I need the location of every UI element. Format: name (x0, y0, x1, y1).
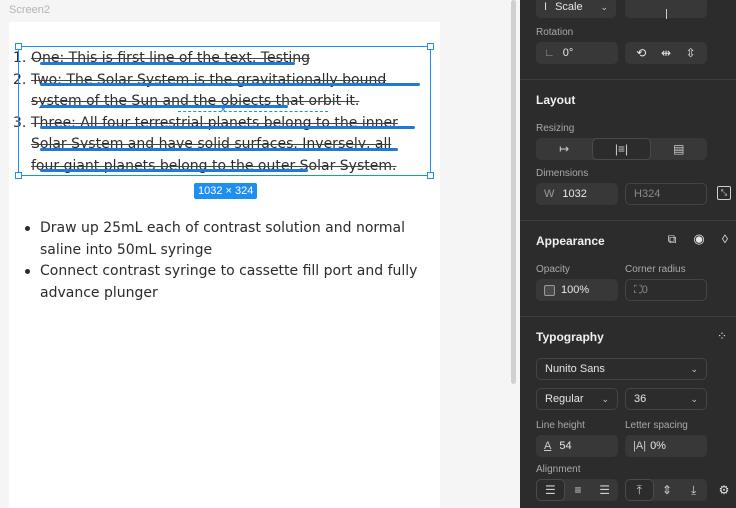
letter-spacing-input[interactable]: |A| 0% (625, 435, 707, 457)
opacity-swatch-icon (544, 284, 555, 296)
eye-icon[interactable]: ◉ (691, 231, 707, 247)
opacity-label: Opacity (536, 264, 570, 275)
selection-dimensions-badge: 1032 × 324 (194, 183, 258, 199)
line-height-icon: A (544, 440, 552, 452)
constraint-line-icon (665, 9, 667, 19)
font-size-dropdown[interactable]: 36 ⌄ (625, 388, 707, 410)
font-weight-value: Regular (545, 393, 584, 405)
width-value: 1032 (562, 188, 587, 200)
width-input[interactable]: W 1032 (536, 183, 618, 205)
chevron-down-icon: ⌄ (600, 1, 608, 12)
bullet-text-layer[interactable]: Draw up 25mL each of contrast solution a… (24, 218, 424, 304)
font-weight-dropdown[interactable]: Regular ⌄ (536, 388, 618, 410)
dimensions-label: Dimensions (536, 168, 589, 179)
rotation-value: 0° (562, 47, 574, 59)
alignment-label: Alignment (536, 464, 581, 475)
resize-handle-bottom-left[interactable] (15, 172, 22, 179)
height-input[interactable]: H 324 (625, 183, 707, 205)
design-canvas[interactable]: Screen2 1. One: This is first line of th… (0, 0, 520, 508)
opacity-value: 100% (561, 284, 590, 296)
scale-value: Scale (555, 1, 583, 13)
list-item: Connect contrast syringe to cassette fil… (24, 261, 424, 304)
font-family-value: Nunito Sans (545, 363, 605, 375)
bullet-text: Connect contrast syringe to cassette fil… (40, 263, 418, 301)
canvas-scrollbar[interactable] (511, 0, 516, 384)
font-family-dropdown[interactable]: Nunito Sans ⌄ (536, 358, 707, 380)
chevron-down-icon: ⌄ (690, 363, 698, 374)
resize-handle-top-right[interactable] (427, 43, 434, 50)
corner-radius-input[interactable]: ⛶ 0 (625, 279, 707, 301)
width-label: W (544, 188, 555, 200)
transform-buttons: ⟲ ⇹ ⇳ (625, 42, 707, 64)
styles-grid-icon[interactable]: ⁘ (714, 328, 730, 344)
resize-to-fit-icon[interactable]: ⤡ (717, 186, 731, 200)
text-cursor-icon: I (544, 1, 548, 13)
resize-auto-height-icon[interactable]: |≡| (592, 138, 651, 160)
align-bottom-icon[interactable]: ⤓ (680, 479, 707, 501)
line-height-input[interactable]: A 54 (536, 435, 618, 457)
height-label: H (634, 188, 642, 200)
angle-icon: ∟ (544, 47, 555, 59)
appearance-title: Appearance (536, 234, 605, 248)
list-item: Draw up 25mL each of contrast solution a… (24, 218, 424, 261)
section-divider (520, 79, 736, 80)
section-divider (520, 220, 736, 221)
resize-handle-bottom-right[interactable] (427, 172, 434, 179)
letter-spacing-value: 0% (650, 440, 666, 452)
chevron-down-icon: ⌄ (601, 393, 609, 404)
variables-icon[interactable]: ⧉ (664, 231, 680, 247)
align-top-icon[interactable]: ⤒ (625, 479, 654, 501)
align-right-icon[interactable]: ☰ (591, 479, 618, 501)
horizontal-alignment-control: ☰ ≡ ☰ (536, 479, 618, 501)
resizing-segmented-control: ↦ |≡| ▤ (536, 138, 707, 160)
flip-vertical-icon[interactable]: ⇳ (686, 46, 696, 60)
resizing-label: Resizing (536, 123, 575, 134)
scale-dropdown[interactable]: I Scale ⌄ (536, 0, 616, 18)
rotation-input[interactable]: ∟ 0° (536, 42, 618, 64)
align-middle-icon[interactable]: ⇕ (654, 479, 681, 501)
constraint-preview[interactable] (625, 0, 707, 19)
bullet-dot-icon (25, 269, 30, 275)
corner-radius-value: 0 (641, 284, 648, 296)
center-guide (178, 111, 328, 112)
letter-spacing-label: Letter spacing (625, 420, 688, 431)
corner-radius-label: Corner radius (625, 264, 686, 275)
rotation-label: Rotation (536, 27, 574, 38)
section-divider (520, 316, 736, 317)
align-left-icon[interactable]: ☰ (536, 479, 565, 501)
resize-auto-width-icon[interactable]: ↦ (536, 138, 592, 160)
corner-radius-icon: ⛶ (634, 283, 642, 296)
bullet-text: Draw up 25mL each of contrast solution a… (40, 220, 406, 258)
vertical-alignment-control: ⤒ ⇕ ⤓ (625, 479, 707, 501)
blend-mode-icon[interactable]: ◊ (718, 231, 732, 247)
properties-panel: I Scale ⌄ Rotation ∟ 0° ⟲ ⇹ ⇳ Layout Res… (520, 0, 736, 508)
font-size-value: 36 (634, 393, 647, 405)
rotate-icon[interactable]: ⟲ (636, 46, 646, 60)
opacity-input[interactable]: 100% (536, 279, 618, 301)
chevron-down-icon: ⌄ (690, 393, 698, 404)
bullet-dot-icon (25, 226, 30, 231)
typography-title: Typography (536, 330, 604, 344)
frame-label[interactable]: Screen2 (9, 4, 50, 16)
type-settings-icon[interactable]: ⚙ (716, 482, 732, 498)
flip-horizontal-icon[interactable]: ⇹ (661, 46, 671, 60)
resize-fixed-icon[interactable]: ▤ (651, 138, 707, 160)
line-height-label: Line height (536, 420, 585, 431)
height-value: 324 (641, 188, 661, 200)
resize-handle-top-left[interactable] (15, 43, 22, 50)
align-center-icon[interactable]: ≡ (565, 479, 592, 501)
letter-spacing-icon: |A| (633, 440, 647, 452)
layout-title: Layout (536, 93, 576, 107)
center-marker-icon: ✕ (219, 105, 228, 116)
line-height-value: 54 (559, 440, 572, 452)
